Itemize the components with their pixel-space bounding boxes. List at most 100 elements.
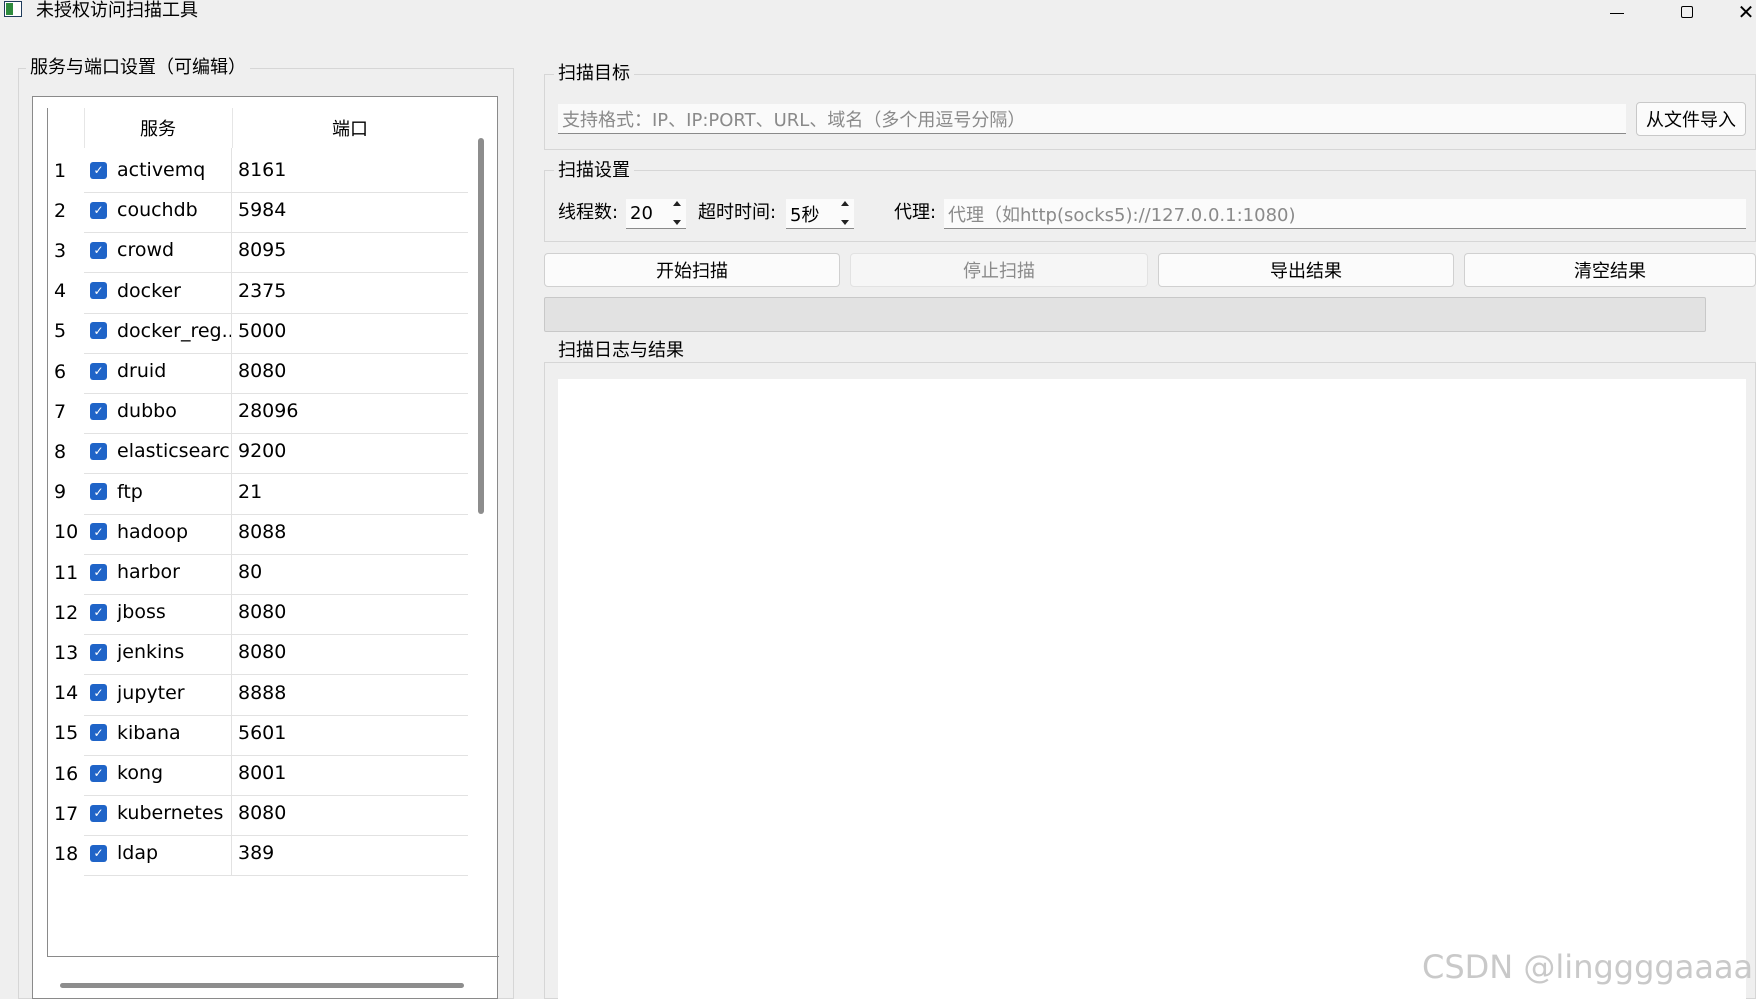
service-cell[interactable]: ✓ kong [84, 751, 232, 796]
service-cell[interactable]: ✓ druid [84, 349, 232, 394]
port-cell[interactable]: 5601 [232, 711, 468, 756]
port-cell[interactable]: 8080 [232, 590, 468, 636]
port-cell[interactable]: 8080 [232, 349, 468, 394]
table-row[interactable]: 14 ✓ jupyter 8888 [48, 670, 468, 716]
service-checkbox[interactable]: ✓ [90, 322, 107, 340]
timeout-spinbox[interactable]: 5秒 [786, 199, 854, 229]
service-cell[interactable]: ✓ ftp [84, 469, 232, 515]
port-cell[interactable]: 8095 [232, 228, 468, 274]
import-from-file-button[interactable]: 从文件导入 [1636, 102, 1746, 136]
table-row[interactable]: 6 ✓ druid 8080 [48, 349, 468, 394]
table-vertical-scrollbar[interactable] [478, 138, 484, 514]
port-cell[interactable]: 9200 [232, 429, 468, 475]
service-checkbox[interactable]: ✓ [90, 483, 107, 501]
table-horizontal-scrollbar[interactable] [60, 983, 464, 988]
port-cell[interactable]: 5984 [232, 188, 468, 234]
service-name: hadoop [117, 520, 189, 543]
threads-spinbox[interactable]: 20 [626, 199, 686, 229]
service-cell[interactable]: ✓ elasticsearch [84, 429, 232, 475]
service-checkbox[interactable]: ✓ [90, 643, 107, 661]
service-checkbox[interactable]: ✓ [90, 563, 107, 581]
table-row[interactable]: 1 ✓ activemq 8161 [48, 148, 468, 193]
column-header-port[interactable]: 端口 [232, 108, 468, 148]
port-cell[interactable]: 8161 [232, 148, 468, 193]
port-cell[interactable]: 8001 [232, 751, 468, 796]
service-cell[interactable]: ✓ ldap [84, 831, 232, 877]
port-cell[interactable]: 8088 [232, 510, 468, 555]
service-cell[interactable]: ✓ crowd [84, 228, 232, 274]
scan-log-output[interactable] [558, 379, 1746, 999]
table-row[interactable]: 9 ✓ ftp 21 [48, 469, 468, 515]
target-input[interactable]: 支持格式：IP、IP:PORT、URL、域名（多个用逗号分隔） [558, 104, 1626, 134]
spin-up-icon[interactable] [673, 201, 681, 206]
service-cell[interactable]: ✓ activemq [84, 148, 232, 193]
service-checkbox[interactable]: ✓ [90, 362, 107, 380]
service-checkbox[interactable]: ✓ [90, 241, 107, 259]
services-table[interactable]: 服务 端口 1 ✓ activemq 8161 2 ✓ couchdb 5984 3 ✓ crowd… [48, 108, 468, 956]
service-cell[interactable]: ✓ couchdb [84, 188, 232, 234]
service-cell[interactable]: ✓ jboss [84, 590, 232, 636]
service-cell[interactable]: ✓ docker [84, 268, 232, 314]
service-checkbox[interactable]: ✓ [90, 523, 107, 541]
service-checkbox[interactable]: ✓ [90, 161, 107, 179]
service-name: ftp [117, 480, 143, 503]
maximize-button[interactable] [1664, 0, 1710, 24]
service-cell[interactable]: ✓ harbor [84, 550, 232, 595]
service-checkbox[interactable]: ✓ [90, 724, 107, 742]
minimize-button[interactable] [1594, 0, 1640, 24]
table-row[interactable]: 2 ✓ couchdb 5984 [48, 188, 468, 234]
table-row[interactable]: 5 ✓ docker_reg... 5000 [48, 308, 468, 354]
port-cell[interactable]: 8080 [232, 791, 468, 837]
service-checkbox[interactable]: ✓ [90, 201, 107, 219]
port-cell[interactable]: 80 [232, 550, 468, 595]
port-cell[interactable]: 389 [232, 831, 468, 877]
table-row[interactable]: 12 ✓ jboss 8080 [48, 590, 468, 636]
table-row[interactable]: 4 ✓ docker 2375 [48, 268, 468, 314]
service-checkbox[interactable]: ✓ [90, 844, 107, 862]
port-cell[interactable]: 28096 [232, 389, 468, 435]
table-row[interactable]: 13 ✓ jenkins 8080 [48, 630, 468, 676]
service-cell[interactable]: ✓ jupyter [84, 670, 232, 716]
service-checkbox[interactable]: ✓ [90, 442, 107, 460]
start-scan-button[interactable]: 开始扫描 [544, 253, 840, 287]
service-cell[interactable]: ✓ dubbo [84, 389, 232, 435]
timeout-spin-arrows[interactable] [838, 201, 852, 225]
spin-down-icon[interactable] [841, 220, 849, 225]
checkmark-icon: ✓ [93, 484, 104, 499]
table-row[interactable]: 16 ✓ kong 8001 [48, 751, 468, 796]
column-header-service[interactable]: 服务 [84, 108, 232, 148]
service-cell[interactable]: ✓ jenkins [84, 630, 232, 676]
export-results-button[interactable]: 导出结果 [1158, 253, 1454, 287]
table-row[interactable]: 7 ✓ dubbo 28096 [48, 389, 468, 435]
spin-down-icon[interactable] [673, 220, 681, 225]
port-cell[interactable]: 8080 [232, 630, 468, 676]
proxy-input[interactable]: 代理（如http(socks5)://127.0.0.1:1080) [944, 199, 1746, 229]
close-button[interactable]: ✕ [1736, 0, 1756, 24]
row-number: 12 [48, 590, 84, 636]
service-checkbox[interactable]: ✓ [90, 684, 107, 702]
table-row[interactable]: 10 ✓ hadoop 8088 [48, 509, 468, 555]
service-checkbox[interactable]: ✓ [90, 402, 107, 420]
table-row[interactable]: 3 ✓ crowd 8095 [48, 228, 468, 274]
port-cell[interactable]: 2375 [232, 269, 468, 314]
table-row[interactable]: 17 ✓ kubernetes 8080 [48, 791, 468, 837]
stop-scan-button[interactable]: 停止扫描 [850, 253, 1148, 287]
threads-spin-arrows[interactable] [670, 201, 684, 225]
spin-up-icon[interactable] [841, 201, 849, 206]
service-cell[interactable]: ✓ hadoop [84, 509, 232, 555]
table-row[interactable]: 18 ✓ ldap 389 [48, 831, 468, 877]
service-cell[interactable]: ✓ kibana [84, 710, 232, 756]
clear-results-button[interactable]: 清空结果 [1464, 253, 1756, 287]
service-checkbox[interactable]: ✓ [90, 282, 107, 300]
service-checkbox[interactable]: ✓ [90, 764, 107, 782]
service-cell[interactable]: ✓ kubernetes [84, 791, 232, 837]
port-cell[interactable]: 21 [232, 470, 468, 515]
service-cell[interactable]: ✓ docker_reg... [84, 308, 232, 354]
port-cell[interactable]: 5000 [232, 309, 468, 354]
service-checkbox[interactable]: ✓ [90, 804, 107, 822]
service-checkbox[interactable]: ✓ [90, 603, 107, 621]
table-row[interactable]: 15 ✓ kibana 5601 [48, 710, 468, 756]
table-row[interactable]: 8 ✓ elasticsearch 9200 [48, 429, 468, 475]
table-row[interactable]: 11 ✓ harbor 80 [48, 550, 468, 595]
port-cell[interactable]: 8888 [232, 671, 468, 716]
